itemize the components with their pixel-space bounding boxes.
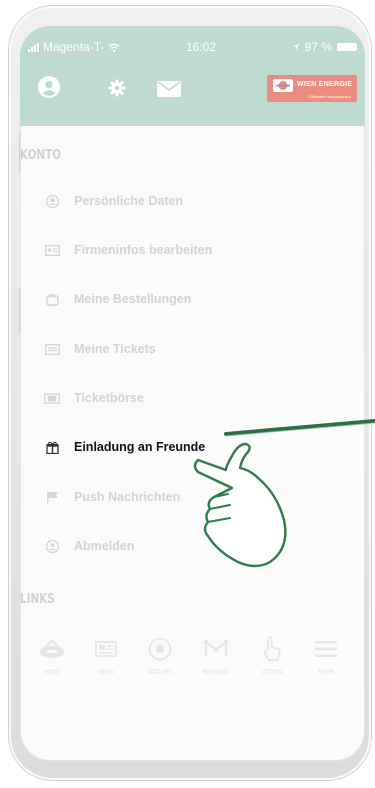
menu-item-label: Meine Tickets <box>74 342 156 356</box>
menu-item-ticketboerse[interactable]: Ticketbörse <box>20 380 365 416</box>
status-bar: Magenta-T- 16:02 97 % <box>20 40 365 56</box>
menu-icon <box>302 634 350 664</box>
battery-percent: 97 % <box>304 40 332 54</box>
carrier: Magenta-T- <box>28 40 120 54</box>
tab-label: HOME <box>44 668 60 676</box>
ticket-icon <box>44 341 60 357</box>
tab-bar: HOME NEWS MATCHES BUSINESS ACTION MEHR <box>20 634 365 694</box>
logo-subtitle: Offizieller Hauptsponsor <box>308 94 351 99</box>
user-icon <box>44 193 60 209</box>
menu-item-label: Abmelden <box>74 539 135 553</box>
tab-mehr[interactable]: MEHR <box>302 634 350 676</box>
menu-item-label: Persönliche Daten <box>74 194 184 208</box>
tab-label: MATCHES <box>147 668 173 676</box>
menu-item-push-nachrichten[interactable]: Push Nachrichten <box>20 479 365 515</box>
hand-icon <box>248 634 296 664</box>
menu-item-firmeninfos[interactable]: Firmeninfos bearbeiten <box>20 232 365 268</box>
tab-label: ACTION <box>262 668 282 676</box>
tab-matches[interactable]: MATCHES <box>136 634 184 676</box>
app-screen: Magenta-T- 16:02 97 % WIEN ENERGIE Offiz… <box>20 26 365 761</box>
clock: 16:02 <box>186 40 217 54</box>
sponsor-logo[interactable]: WIEN ENERGIE Offizieller Hauptsponsor <box>267 75 357 102</box>
logo-brand: WIEN ENERGIE <box>297 81 353 88</box>
tab-action[interactable]: ACTION <box>248 634 296 676</box>
signal-icon <box>28 42 39 52</box>
ticket-exchange-icon <box>44 390 60 406</box>
tab-business[interactable]: BUSINESS <box>192 634 240 676</box>
section-konto: KONTO <box>20 148 62 163</box>
gift-icon <box>44 439 60 455</box>
tab-label: BUSINESS <box>202 668 230 676</box>
menu-item-bestellungen[interactable]: Meine Bestellungen <box>20 281 365 317</box>
tab-label: MEHR <box>318 668 334 676</box>
wien-energie-logo-icon <box>273 79 293 92</box>
tab-home[interactable]: HOME <box>28 634 76 676</box>
ball-icon <box>136 634 184 664</box>
section-links: LINKS <box>20 592 55 607</box>
logout-icon <box>44 538 60 554</box>
menu-item-label: Meine Bestellungen <box>74 292 192 306</box>
menu-item-einladung[interactable]: Einladung an Freunde <box>20 429 365 465</box>
menu-item-abmelden[interactable]: Abmelden <box>20 528 365 564</box>
mail-icon[interactable] <box>157 81 181 97</box>
menu-item-persoenliche-daten[interactable]: Persönliche Daten <box>20 183 365 219</box>
tab-news[interactable]: NEWS <box>82 634 130 676</box>
battery-icon <box>337 43 357 51</box>
menu-item-label: Push Nachrichten <box>74 490 181 504</box>
user-icon[interactable] <box>38 76 60 98</box>
newspaper-icon <box>82 634 130 664</box>
battery: 97 % <box>292 40 357 54</box>
menu-item-label: Firmeninfos bearbeiten <box>74 243 213 257</box>
flag-icon <box>44 489 60 505</box>
gear-icon[interactable] <box>108 79 126 97</box>
app-header: Magenta-T- 16:02 97 % WIEN ENERGIE Offiz… <box>20 26 365 126</box>
tab-label: NEWS <box>98 668 114 676</box>
stadium-icon <box>28 634 76 664</box>
location-arrow-icon <box>292 44 299 50</box>
menu-item-label: Einladung an Freunde <box>74 440 206 454</box>
id-card-icon <box>44 242 60 258</box>
menu-item-tickets[interactable]: Meine Tickets <box>20 331 365 367</box>
menu-item-label: Ticketbörse <box>74 391 144 405</box>
wifi-icon <box>108 43 120 52</box>
carrier-name: Magenta-T- <box>43 40 105 54</box>
network-icon <box>192 634 240 664</box>
cart-icon <box>44 291 60 307</box>
